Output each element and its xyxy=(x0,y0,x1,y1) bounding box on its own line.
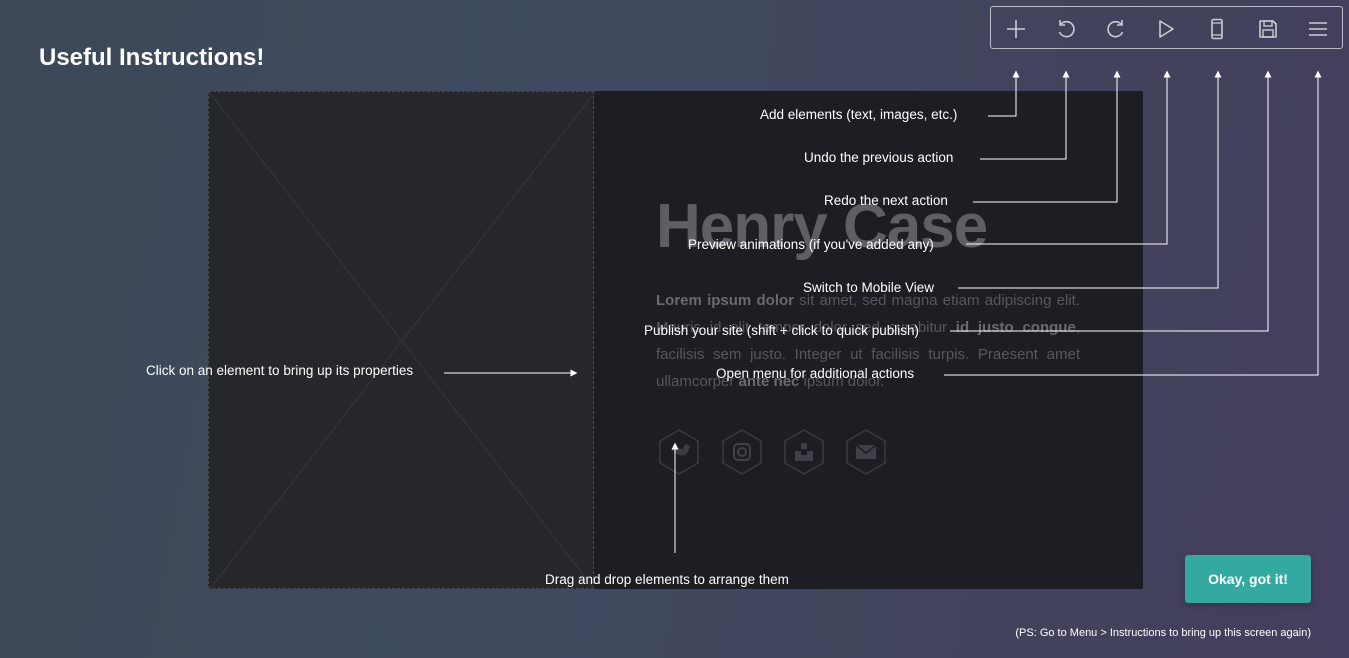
undo-icon xyxy=(1058,19,1075,37)
redo-button[interactable] xyxy=(1091,7,1141,50)
drag-instruction: Drag and drop elements to arrange them xyxy=(545,572,789,587)
instagram-icon[interactable] xyxy=(721,429,763,475)
menu-icon xyxy=(1309,21,1327,36)
undo-instruction: Undo the previous action xyxy=(804,150,954,165)
publish-instruction: Publish your site (shift + click to quic… xyxy=(644,323,919,338)
unsplash-icon[interactable] xyxy=(783,429,825,475)
mobile-icon xyxy=(1211,18,1223,39)
properties-instruction: Click on an element to bring up its prop… xyxy=(146,363,414,378)
play-icon xyxy=(1159,19,1174,38)
redo-instruction: Redo the next action xyxy=(824,193,948,208)
okay-got-it-button[interactable]: Okay, got it! xyxy=(1185,555,1311,603)
image-placeholder[interactable] xyxy=(208,91,595,589)
add-button[interactable] xyxy=(991,7,1041,50)
menu-instruction: Open menu for additional actions xyxy=(716,366,915,381)
mobile-view-button[interactable] xyxy=(1192,7,1242,50)
preview-instruction: Preview animations (if you've added any) xyxy=(688,237,934,252)
mobile-instruction: Switch to Mobile View xyxy=(803,280,935,295)
menu-button[interactable] xyxy=(1293,7,1343,50)
page-title: Useful Instructions! xyxy=(39,44,265,71)
site-paragraph-run: id justo congue xyxy=(955,319,1076,336)
undo-button[interactable] xyxy=(1041,7,1091,50)
site-paragraph-run: Lorem ipsum dolor xyxy=(656,292,794,309)
ps-note: (PS: Go to Menu > Instructions to bring … xyxy=(1015,627,1311,639)
save-icon xyxy=(1259,19,1277,38)
editor-toolbar xyxy=(990,6,1343,49)
redo-icon xyxy=(1107,19,1124,37)
site-preview: Henry Case Lorem ipsum dolor sit amet, s… xyxy=(208,91,1143,589)
twitter-icon[interactable] xyxy=(658,429,700,475)
plus-icon xyxy=(1007,19,1025,38)
add-instruction: Add elements (text, images, etc.) xyxy=(760,107,958,122)
preview-button[interactable] xyxy=(1141,7,1191,50)
publish-button[interactable] xyxy=(1243,7,1293,50)
placeholder-cross-icon xyxy=(209,92,595,589)
email-icon[interactable] xyxy=(845,429,887,475)
